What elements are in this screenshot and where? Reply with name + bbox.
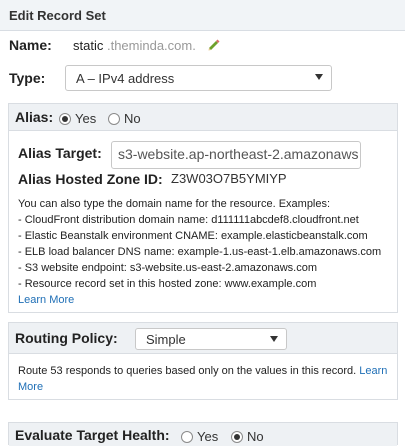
chevron-down-icon <box>270 336 278 342</box>
alias-yes-option[interactable]: Yes <box>59 110 96 128</box>
alias-yes-radio[interactable] <box>59 113 71 125</box>
health-yes-label: Yes <box>197 429 219 444</box>
alias-yes-label: Yes <box>75 111 97 126</box>
health-no-option[interactable]: No <box>231 428 264 446</box>
health-no-radio[interactable] <box>231 431 243 443</box>
chevron-down-icon <box>315 74 323 80</box>
list-item: - Resource record set in this hosted zon… <box>18 278 317 290</box>
type-select[interactable]: A – IPv4 address <box>65 65 332 91</box>
health-no-label: No <box>247 429 264 444</box>
routing-help: Route 53 responds to queries based only … <box>18 363 394 395</box>
header-bar: Edit Record Set <box>0 0 405 31</box>
list-item: - CloudFront distribution domain name: d… <box>18 214 359 226</box>
health-bar: Evaluate Target Health: Yes No <box>9 423 397 446</box>
routing-learn-more-link-cont[interactable]: More <box>18 381 43 393</box>
list-item: - ELB load balancer DNS name: example-1.… <box>18 246 382 258</box>
alias-target-label: Alias Target: <box>18 145 102 161</box>
health-panel: Evaluate Target Health: Yes No <box>8 422 398 446</box>
routing-label: Routing Policy: <box>15 330 118 346</box>
alias-help-intro: You can also type the domain name for th… <box>18 198 331 210</box>
list-item: - Elastic Beanstalk environment CNAME: e… <box>18 230 368 242</box>
alias-target-input[interactable]: s3-website.ap-northeast-2.amazonaws <box>111 141 361 169</box>
alias-panel: Alias: Yes No Alias Target: s3-website.a… <box>8 103 398 313</box>
type-select-value: A – IPv4 address <box>76 71 175 86</box>
name-prefix: static <box>73 38 104 53</box>
routing-help-text: Route 53 responds to queries based only … <box>18 365 357 377</box>
pencil-icon[interactable] <box>207 38 221 52</box>
routing-panel: Routing Policy: Simple Route 53 responds… <box>8 322 398 400</box>
alias-no-radio[interactable] <box>108 113 120 125</box>
alias-zone-label: Alias Hosted Zone ID: <box>18 171 163 187</box>
routing-select[interactable]: Simple <box>135 328 287 350</box>
name-suffix: .theminda.com. <box>106 38 196 53</box>
health-yes-option[interactable]: Yes <box>181 428 218 446</box>
routing-select-value: Simple <box>146 332 186 347</box>
alias-no-label: No <box>124 111 141 126</box>
name-row: Name: static .theminda.com. <box>9 37 399 57</box>
name-value: static .theminda.com. <box>73 38 221 53</box>
alias-zone-value: Z3W03O7B5YMIYP <box>171 171 287 186</box>
alias-label: Alias: <box>15 109 54 125</box>
health-label: Evaluate Target Health: <box>15 427 170 443</box>
health-yes-radio[interactable] <box>181 431 193 443</box>
list-item: - S3 website endpoint: s3-website.us-eas… <box>18 262 317 274</box>
type-label: Type: <box>9 70 46 86</box>
routing-learn-more-link[interactable]: Learn <box>359 365 387 377</box>
name-label: Name: <box>9 37 52 53</box>
alias-no-option[interactable]: No <box>108 110 141 128</box>
alias-target-value: s3-website.ap-northeast-2.amazonaws <box>118 146 359 162</box>
alias-bar: Alias: Yes No <box>9 104 397 131</box>
alias-learn-more-link[interactable]: Learn More <box>18 292 393 308</box>
page-title: Edit Record Set <box>9 8 106 23</box>
alias-help: You can also type the domain name for th… <box>18 196 393 308</box>
